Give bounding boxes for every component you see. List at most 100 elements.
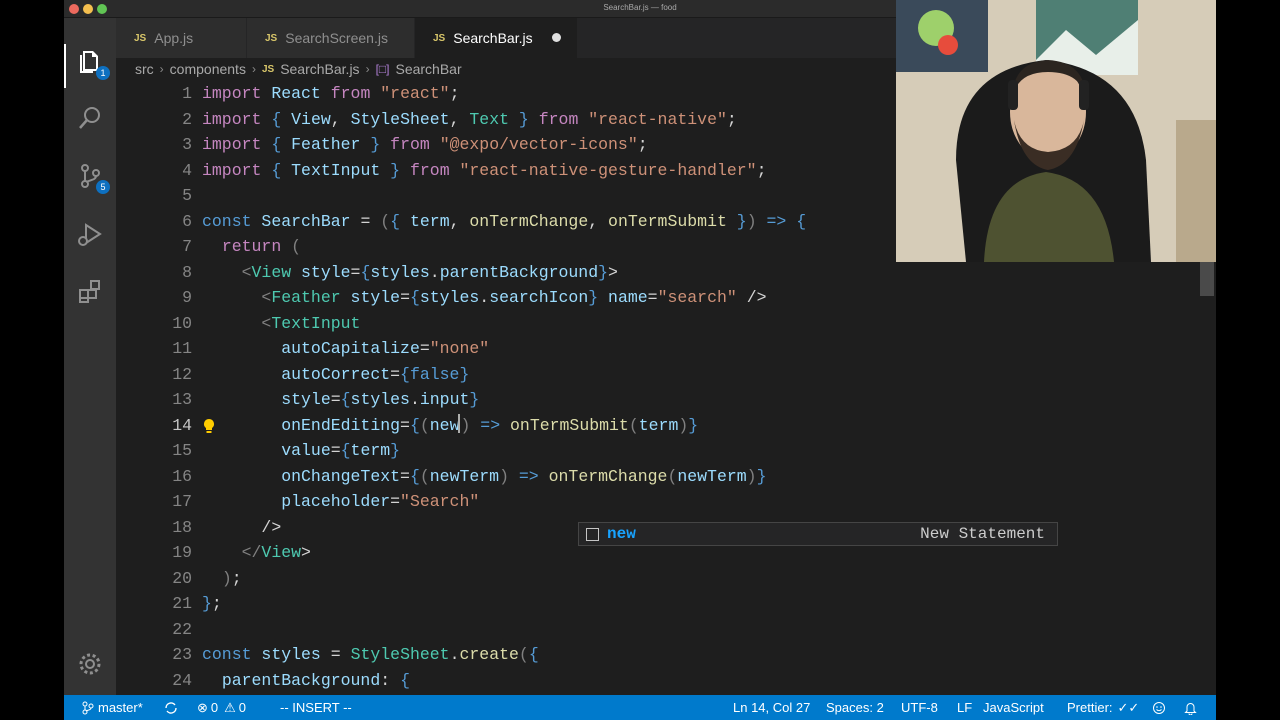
code-line[interactable]: 12 autoCorrect={false} — [116, 362, 1216, 388]
suggestion-label[interactable]: new — [607, 525, 636, 543]
code-line[interactable]: 13 style={styles.input} — [116, 387, 1216, 413]
tab-search-bar-js[interactable]: JS SearchBar.js — [415, 18, 578, 58]
gear-icon[interactable] — [76, 650, 104, 678]
breadcrumb-components[interactable]: components — [170, 61, 246, 77]
line-number: 17 — [172, 492, 192, 511]
code-text: autoCapitalize="none" — [281, 339, 490, 358]
explorer-icon[interactable]: 1 — [76, 48, 110, 80]
line-number: 5 — [182, 186, 192, 205]
active-indicator — [64, 44, 66, 88]
extensions-icon[interactable] — [76, 278, 104, 306]
source-control-badge: 5 — [96, 180, 110, 194]
problems-status[interactable]: ⊗ 0 ⚠ 0 — [197, 695, 246, 720]
line-number: 19 — [172, 543, 192, 562]
code-text: placeholder="Search" — [281, 492, 480, 511]
error-icon: ⊗ — [197, 699, 208, 715]
line-number: 18 — [172, 517, 192, 537]
error-count: 0 — [210, 700, 219, 715]
symbol-variable-icon: [□] — [375, 62, 390, 76]
source-control-icon[interactable]: 5 — [76, 162, 110, 194]
code-text: </View> — [241, 543, 311, 562]
status-bar: master* ⊗ 0 ⚠ 0 -- INSERT -- Ln 14, Col … — [64, 695, 1216, 720]
breadcrumb-symbol[interactable]: SearchBar — [395, 61, 461, 77]
js-file-icon: JS — [261, 63, 275, 75]
scrollbar-thumb[interactable] — [1200, 262, 1214, 296]
js-file-icon: JS — [265, 32, 278, 44]
code-line[interactable]: 8 <View style={styles.parentBackground}> — [116, 260, 1216, 286]
code-text: onChangeText={(newTerm) => onTermChange(… — [281, 466, 767, 486]
language-mode[interactable]: JavaScript — [983, 695, 1044, 720]
code-text: parentBackground: { — [221, 670, 410, 690]
code-text: import { View, StyleSheet, Text } from "… — [202, 109, 737, 129]
run-debug-icon[interactable] — [76, 220, 104, 248]
check-icon: ✓✓ — [1117, 699, 1140, 715]
tab-app-js[interactable]: JS App.js — [116, 18, 247, 58]
activity-bar: 1 5 — [64, 18, 116, 695]
code-line[interactable]: 22 — [116, 617, 1216, 643]
line-number: 2 — [182, 109, 192, 129]
suggestion-widget[interactable]: new New Statement — [578, 522, 1058, 546]
code-text: style={styles.input} — [281, 390, 480, 409]
code-line[interactable]: 21}; — [116, 591, 1216, 617]
code-text: onEndEditing={(new) => onTermSubmit(term… — [281, 413, 699, 435]
left-letterbox — [0, 0, 64, 720]
code-text: import React from "react"; — [202, 84, 460, 103]
line-number: 21 — [172, 594, 192, 613]
feedback-icon[interactable] — [1152, 695, 1166, 720]
chevron-right-icon: › — [365, 62, 370, 76]
prettier-status[interactable]: Prettier: ✓✓ — [1067, 695, 1139, 720]
js-file-icon: JS — [433, 32, 446, 44]
end-of-line[interactable]: LF — [957, 695, 972, 720]
line-number: 12 — [172, 364, 192, 384]
line-number: 6 — [182, 211, 192, 231]
git-branch-icon — [82, 701, 94, 714]
line-number: 16 — [172, 466, 192, 486]
code-line[interactable]: 9 <Feather style={styles.searchIcon} nam… — [116, 285, 1216, 311]
code-text: <TextInput — [261, 313, 361, 333]
line-number: 9 — [182, 288, 192, 307]
tab-label: App.js — [154, 30, 194, 46]
line-number: 22 — [172, 619, 192, 639]
breadcrumb-file[interactable]: SearchBar.js — [280, 61, 359, 77]
encoding[interactable]: UTF-8 — [901, 695, 938, 720]
code-line[interactable]: 24 parentBackground: { — [116, 668, 1216, 694]
unsaved-dot-icon[interactable] — [552, 33, 561, 42]
indentation[interactable]: Spaces: 2 — [826, 695, 884, 720]
line-number: 11 — [172, 339, 192, 358]
chevron-right-icon: › — [159, 62, 164, 76]
tab-label: SearchBar.js — [453, 30, 533, 46]
right-letterbox — [1216, 0, 1280, 720]
tab-search-screen-js[interactable]: JS SearchScreen.js — [247, 18, 415, 58]
code-line[interactable]: 16 onChangeText={(newTerm) => onTermChan… — [116, 464, 1216, 490]
branch-status[interactable]: master* — [82, 695, 143, 720]
code-text: }; — [202, 594, 222, 613]
code-line[interactable]: 14 onEndEditing={(new) => onTermSubmit(t… — [116, 413, 1216, 439]
code-line[interactable]: 17 placeholder="Search" — [116, 489, 1216, 515]
suggestion-detail: New Statement — [920, 525, 1045, 543]
breadcrumb: src › components › JS SearchBar.js › [□]… — [116, 58, 896, 80]
code-line[interactable]: 11 autoCapitalize="none" — [116, 336, 1216, 362]
vim-mode: -- INSERT -- — [280, 700, 352, 715]
explorer-badge: 1 — [96, 66, 110, 80]
code-line[interactable]: 23 const styles = StyleSheet.create({ — [116, 642, 1216, 668]
warning-icon: ⚠ — [224, 699, 236, 715]
search-icon[interactable] — [76, 104, 104, 132]
line-number: 20 — [172, 568, 192, 588]
code-text: /> — [261, 517, 282, 537]
line-number: 24 — [172, 670, 192, 690]
code-line[interactable]: 15 value={term} — [116, 438, 1216, 464]
code-text: const styles = StyleSheet.create({ — [202, 645, 539, 664]
line-number: 4 — [182, 160, 192, 180]
breadcrumb-src[interactable]: src — [135, 61, 154, 77]
code-line[interactable]: 10 <TextInput — [116, 311, 1216, 337]
code-text: ); — [221, 568, 242, 588]
tab-label: SearchScreen.js — [285, 30, 388, 46]
bell-icon[interactable] — [1184, 695, 1197, 720]
keyword-icon — [586, 527, 599, 541]
branch-label: master* — [98, 700, 143, 715]
sync-icon[interactable] — [164, 695, 178, 720]
code-text: import { Feather } from "@expo/vector-ic… — [202, 135, 648, 154]
code-line[interactable]: 20 ); — [116, 566, 1216, 592]
presenter-video-image — [896, 0, 1216, 262]
cursor-position[interactable]: Ln 14, Col 27 — [733, 695, 810, 720]
